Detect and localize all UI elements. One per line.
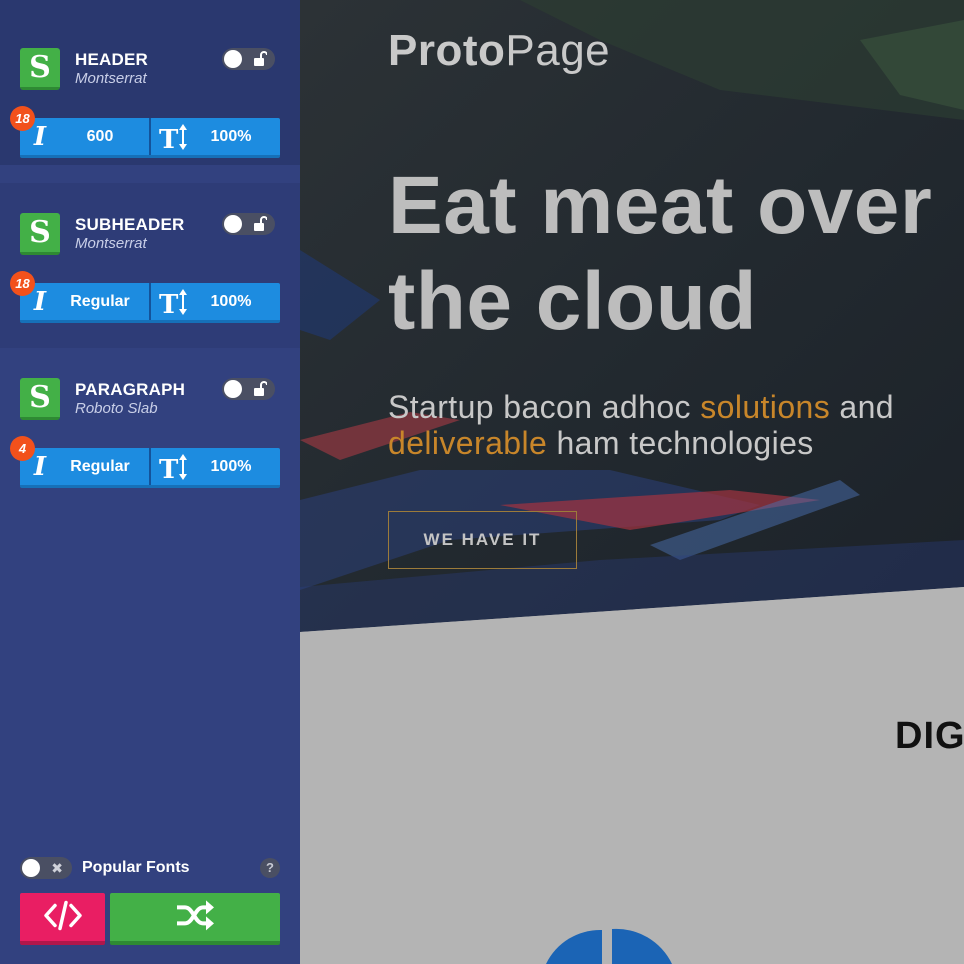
subheadline-text: ham technologies [547, 425, 814, 461]
svg-text:T: T [159, 125, 179, 152]
help-icon[interactable]: ? [260, 858, 280, 878]
lock-toggle[interactable] [222, 378, 275, 400]
svg-text:T: T [159, 455, 179, 482]
toggle-off-icon: ✖ [51, 860, 63, 876]
subheadline-highlight: deliverable [388, 425, 548, 461]
font-name[interactable]: Montserrat [75, 235, 147, 252]
cta-button[interactable]: WE HAVE IT [388, 511, 577, 569]
font-name[interactable]: Montserrat [75, 70, 147, 87]
divider [149, 283, 151, 320]
brand-name-bold: Proto [388, 26, 506, 75]
subheadline-text: Startup bacon adhoc [388, 389, 701, 425]
toggle-knob [22, 859, 40, 877]
italic-icon[interactable]: I [30, 121, 50, 153]
popular-fonts-toggle[interactable]: ✖ [20, 857, 72, 879]
lock-open-icon [254, 381, 267, 396]
font-weight-button[interactable]: Regular [60, 283, 140, 320]
font-section-subheader: S SUBHEADER Montserrat 18 I Regular T 10… [0, 183, 300, 348]
font-weight-button[interactable]: 600 [60, 118, 140, 155]
font-logo-icon[interactable]: S [20, 48, 60, 90]
subheadline-line: deliverable ham technologies [388, 425, 894, 461]
font-controls-bar: I Regular T 100% [20, 448, 280, 488]
italic-icon[interactable]: I [30, 286, 50, 318]
lock-toggle[interactable] [222, 213, 275, 235]
shuffle-button[interactable] [110, 893, 280, 945]
headline-line: Eat meat over [388, 160, 933, 251]
hero-headline: Eat meat over the cloud [388, 158, 932, 350]
preview-pane: ProtoPage Eat meat over the cloud Startu… [300, 0, 964, 964]
code-icon [43, 900, 82, 931]
subheadline-highlight: solutions [700, 389, 831, 425]
font-section-paragraph: S PARAGRAPH Roboto Slab 4 I Regular T 10… [0, 348, 300, 513]
section-title: HEADER [75, 50, 148, 69]
subheadline-text: and [830, 389, 895, 425]
brand-logo[interactable]: ProtoPage [388, 26, 610, 76]
hero-subheadline: Startup bacon adhoc solutions and delive… [388, 389, 894, 461]
text-height-icon[interactable]: T [158, 122, 188, 152]
toggle-knob [224, 380, 242, 398]
subheadline-line: Startup bacon adhoc solutions and [388, 389, 894, 425]
popular-fonts-label: Popular Fonts [82, 859, 190, 876]
font-size-badge: 18 [10, 106, 35, 131]
font-controls-bar: I Regular T 100% [20, 283, 280, 323]
font-logo-icon[interactable]: S [20, 378, 60, 420]
svg-text:T: T [159, 290, 179, 317]
font-sidebar: × S HEADER Montserrat 18 I 600 T 100% [0, 0, 300, 964]
line-height-button[interactable]: 100% [196, 448, 266, 485]
code-button[interactable] [20, 893, 105, 945]
font-controls-bar: I 600 T 100% [20, 118, 280, 158]
shuffle-icon [177, 900, 214, 931]
section-title: PARAGRAPH [75, 380, 186, 399]
line-height-button[interactable]: 100% [196, 283, 266, 320]
section-heading: DIGI [895, 715, 964, 757]
italic-icon[interactable]: I [30, 451, 50, 483]
font-section-header: S HEADER Montserrat 18 I 600 T 100% [0, 0, 300, 165]
lock-toggle[interactable] [222, 48, 275, 70]
toggle-knob [224, 50, 242, 68]
divider [149, 448, 151, 485]
line-height-button[interactable]: 100% [196, 118, 266, 155]
font-weight-button[interactable]: Regular [60, 448, 140, 485]
font-logo-icon[interactable]: S [20, 213, 60, 255]
brand-name-light: Page [505, 26, 611, 75]
hero-background [300, 0, 964, 964]
headline-line: the cloud [388, 256, 757, 347]
lock-open-icon [254, 51, 267, 66]
section-title: SUBHEADER [75, 215, 185, 234]
text-height-icon[interactable]: T [158, 287, 188, 317]
toggle-knob [224, 215, 242, 233]
text-height-icon[interactable]: T [158, 452, 188, 482]
font-size-badge: 18 [10, 271, 35, 296]
divider [149, 118, 151, 155]
lock-open-icon [254, 216, 267, 231]
font-size-badge: 4 [10, 436, 35, 461]
font-name[interactable]: Roboto Slab [75, 400, 158, 417]
